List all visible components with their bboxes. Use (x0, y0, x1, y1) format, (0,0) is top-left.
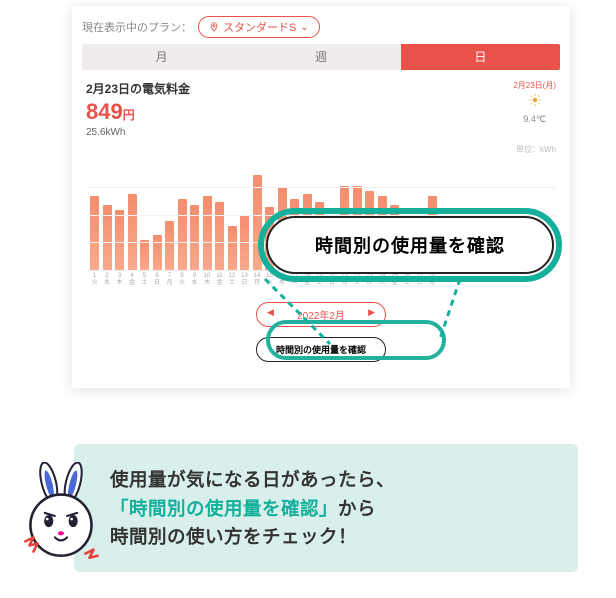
rabbit-mascot-icon (22, 462, 104, 574)
month-picker[interactable]: ◀ 2022年2月 ▶ (256, 302, 386, 327)
chart-bar[interactable] (128, 194, 137, 270)
unit-note: 単位：kWh (72, 144, 570, 155)
chart-bar[interactable] (240, 216, 249, 271)
chart-bar[interactable] (153, 235, 162, 270)
tip-line3: 時間別の使い方をチェック！ (110, 526, 357, 547)
tab-week[interactable]: 週 (241, 44, 400, 70)
next-month-icon[interactable]: ▶ (368, 307, 375, 318)
tab-month[interactable]: 月 (82, 44, 241, 70)
tip-line1: 使用量が気になる日があったら、 (110, 469, 395, 490)
pin-icon (209, 22, 219, 32)
tab-day[interactable]: 日 (401, 44, 560, 70)
tip-bubble: 使用量が気になる日があったら、 「時間別の使用量を確認」から 時間別の使い方をチ… (74, 444, 578, 572)
chevron-down-icon: ⌄ (300, 22, 308, 33)
prev-month-icon[interactable]: ◀ (267, 307, 274, 318)
plan-name: スタンダードS (223, 19, 296, 35)
weather-temp: 9.4℃ (513, 113, 556, 126)
summary-title: 2月23日の電気料金 (86, 80, 190, 97)
period-tabs: 月 週 日 (82, 44, 560, 70)
chart-bar[interactable] (90, 196, 99, 270)
chart-bar[interactable] (178, 199, 187, 270)
hourly-usage-callout[interactable]: 時間別の使用量を確認 (266, 216, 554, 274)
month-label: 2022年2月 (297, 311, 345, 322)
usage-card: 現在表示中のプラン： スタンダードS ⌄ 月 週 日 2月23日の電気料金 84… (72, 6, 570, 388)
chart-xlabels: 1 火2 水3 木4 金5 土6 日7 月8 火9 水10 木11 金12 土1… (90, 273, 556, 286)
summary-price: 849円 (86, 99, 190, 125)
plan-selector[interactable]: スタンダードS ⌄ (198, 16, 320, 38)
plan-label: 現在表示中のプラン： (82, 19, 192, 35)
weather-widget: 2月23日(月) 9.4℃ (513, 80, 556, 125)
summary-kwh: 25.6kWh (86, 127, 190, 138)
summary-row: 2月23日の電気料金 849円 25.6kWh 2月23日(月) 9.4℃ (72, 70, 570, 140)
callout-label: 時間別の使用量を確認 (315, 232, 505, 258)
chart-bar[interactable] (203, 196, 212, 270)
plan-row: 現在表示中のプラン： スタンダードS ⌄ (72, 6, 570, 44)
chart-bar[interactable] (228, 226, 237, 270)
chart-bar[interactable] (140, 240, 149, 270)
hourly-usage-button[interactable]: 時間別の使用量を確認 (256, 337, 386, 362)
chart-bar[interactable] (165, 221, 174, 270)
chart-bar[interactable] (115, 210, 124, 270)
chart-bar[interactable] (253, 175, 262, 270)
chart-bar[interactable] (215, 202, 224, 270)
sun-icon (528, 93, 542, 107)
weather-date: 2月23日(月) (513, 80, 556, 91)
tip-highlight: 「時間別の使用量を確認」 (110, 498, 338, 519)
